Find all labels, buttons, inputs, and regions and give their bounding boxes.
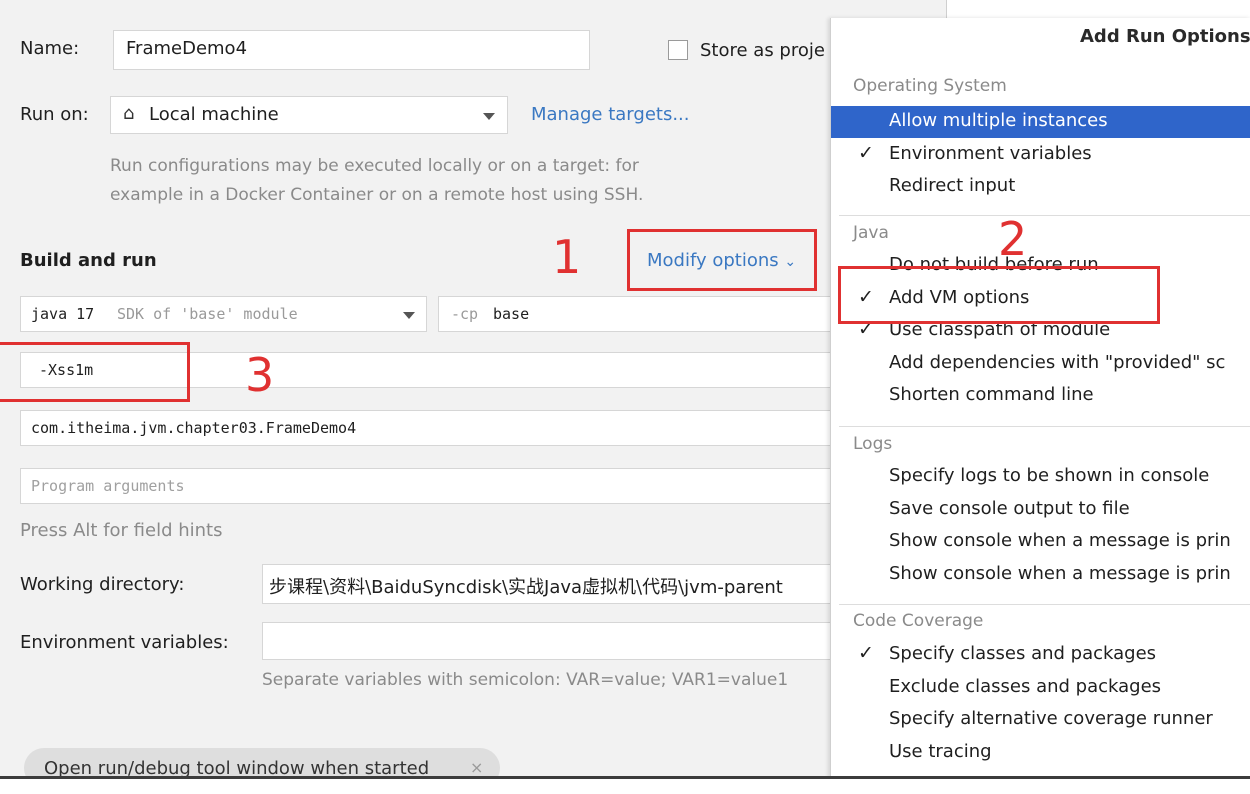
popup-option-item[interactable]: Exclude classes and packages bbox=[831, 672, 1250, 704]
popup-option-label: Show console when a message is prin bbox=[889, 562, 1231, 584]
run-hint-line2: example in a Docker Container or on a re… bbox=[110, 185, 644, 205]
manage-targets-link[interactable]: Manage targets... bbox=[531, 104, 690, 125]
popup-separator bbox=[839, 604, 1250, 605]
popup-option-label: Shorten command line bbox=[889, 384, 1094, 405]
popup-option-item[interactable]: Allow multiple instances bbox=[831, 106, 1250, 138]
section-logs: Logs bbox=[853, 434, 893, 454]
jdk-name: java 17 bbox=[31, 305, 95, 323]
popup-option-label: Specify alternative coverage runner bbox=[889, 708, 1213, 729]
popup-option-label: Use tracing bbox=[889, 740, 992, 762]
run-hint-line1: Run configurations may be executed local… bbox=[110, 156, 639, 176]
add-run-options-popup: Add Run Options Operating System Allow m… bbox=[830, 18, 1250, 778]
checkmark-icon: ✓ bbox=[858, 141, 874, 164]
popup-option-item[interactable]: Save console output to file bbox=[831, 494, 1250, 526]
popup-option-item[interactable]: Add dependencies with "provided" sc bbox=[831, 348, 1250, 380]
name-value: FrameDemo4 bbox=[126, 38, 248, 59]
popup-option-item[interactable]: Show console when a message is prin bbox=[831, 526, 1250, 558]
popup-option-label: Exclude classes and packages bbox=[889, 675, 1162, 697]
store-as-project-label: Store as proje bbox=[700, 40, 825, 61]
jdk-detail: SDK of 'base' module bbox=[117, 305, 298, 323]
alt-hint-text: Press Alt for field hints bbox=[20, 520, 223, 541]
section-operating-system: Operating System bbox=[853, 76, 1007, 96]
close-icon[interactable]: × bbox=[470, 758, 483, 777]
popup-option-item[interactable]: Use tracing bbox=[831, 737, 1250, 769]
annotation-number-2: 2 bbox=[998, 212, 1028, 266]
background-window-strip bbox=[946, 0, 1250, 18]
popup-option-label: Allow multiple instances bbox=[889, 110, 1108, 131]
popup-option-item[interactable]: Shorten command line bbox=[831, 380, 1250, 412]
popup-option-label: Show console when a message is prin bbox=[889, 530, 1231, 551]
popup-option-label: Specify logs to be shown in console bbox=[889, 465, 1210, 486]
environment-variables-field[interactable] bbox=[262, 622, 838, 660]
working-directory-label: Working directory: bbox=[20, 574, 185, 595]
popup-option-item[interactable]: ✓ Environment variables bbox=[831, 139, 1250, 171]
annotation-number-1: 1 bbox=[552, 230, 582, 284]
popup-option-label: Redirect input bbox=[889, 175, 1016, 196]
name-field[interactable]: FrameDemo4 bbox=[113, 30, 590, 70]
program-arguments-placeholder: Program arguments bbox=[31, 477, 185, 495]
open-tool-window-label: Open run/debug tool window when started bbox=[44, 758, 430, 778]
annotation-box-add-vm-options bbox=[838, 266, 1160, 324]
popup-option-label: Specify classes and packages bbox=[889, 643, 1157, 664]
working-directory-value: 步课程\资料\BaiduSyncdisk\实战Java虚拟机\代码\jvm-pa… bbox=[269, 577, 783, 598]
classpath-field[interactable]: -cp base bbox=[438, 296, 838, 332]
popup-option-item[interactable]: ✓ Specify classes and packages bbox=[831, 639, 1250, 671]
main-class-field[interactable]: com.itheima.jvm.chapter03.FrameDemo4 bbox=[20, 410, 838, 446]
run-on-label: Run on: bbox=[20, 104, 89, 125]
chevron-down-icon bbox=[403, 312, 415, 319]
environment-variables-hint: Separate variables with semicolon: VAR=v… bbox=[262, 670, 789, 690]
checkmark-icon: ✓ bbox=[858, 642, 874, 664]
build-and-run-heading: Build and run bbox=[20, 250, 157, 271]
name-label: Name: bbox=[20, 38, 80, 59]
chevron-down-icon bbox=[483, 113, 495, 120]
popup-option-item[interactable]: Redirect input bbox=[831, 171, 1250, 203]
popup-separator bbox=[839, 215, 1250, 216]
popup-option-item[interactable]: Specify alternative coverage runner bbox=[831, 704, 1250, 736]
popup-option-label: Add dependencies with "provided" sc bbox=[889, 351, 1226, 373]
store-as-project-checkbox[interactable] bbox=[668, 40, 688, 60]
annotation-box-vm-options bbox=[0, 342, 190, 402]
open-tool-window-chip[interactable]: Open run/debug tool window when started … bbox=[24, 748, 500, 778]
main-class-value: com.itheima.jvm.chapter03.FrameDemo4 bbox=[31, 419, 357, 437]
popup-option-item[interactable]: Show console when a message is prin bbox=[831, 559, 1250, 591]
environment-variables-label: Environment variables: bbox=[20, 632, 229, 653]
popup-separator bbox=[839, 426, 1250, 427]
program-arguments-field[interactable]: Program arguments bbox=[20, 468, 838, 504]
popup-option-label: Environment variables bbox=[889, 142, 1092, 164]
cp-value: base bbox=[493, 305, 530, 323]
popup-title: Add Run Options bbox=[1080, 26, 1250, 47]
jdk-dropdown[interactable]: java 17 SDK of 'base' module bbox=[20, 296, 427, 332]
cp-prefix: -cp bbox=[451, 305, 479, 323]
annotation-number-3: 3 bbox=[245, 348, 275, 402]
section-java: Java bbox=[853, 223, 889, 243]
popup-option-item[interactable]: Specify logs to be shown in console bbox=[831, 461, 1250, 493]
section-code-coverage: Code Coverage bbox=[853, 611, 984, 631]
home-icon: ⌂ bbox=[123, 103, 135, 124]
working-directory-field[interactable]: 步课程\资料\BaiduSyncdisk\实战Java虚拟机\代码\jvm-pa… bbox=[262, 564, 838, 604]
run-on-dropdown[interactable]: ⌂ Local machine bbox=[110, 96, 508, 134]
annotation-box-modify-options bbox=[627, 229, 817, 291]
run-on-value: Local machine bbox=[149, 104, 279, 125]
run-configuration-dialog: Name: FrameDemo4 Store as proje Run on: … bbox=[0, 0, 1250, 778]
popup-option-label: Save console output to file bbox=[889, 497, 1130, 519]
frame-bottom-border bbox=[0, 776, 1250, 779]
